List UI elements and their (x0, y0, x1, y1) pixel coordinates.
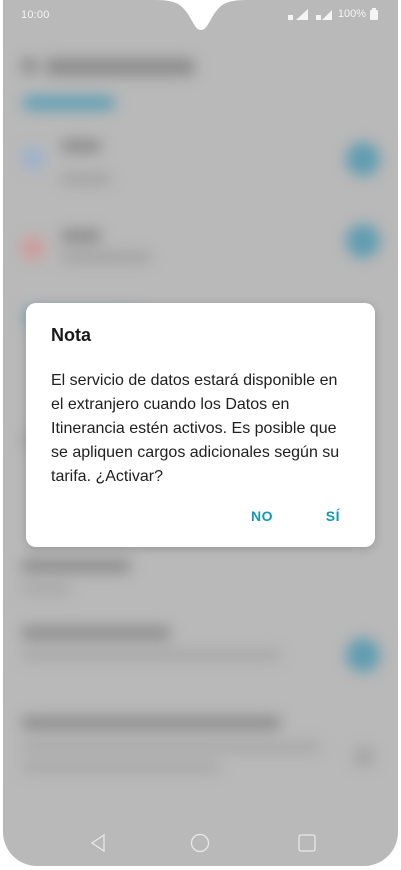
navigation-bar (3, 820, 398, 866)
dialog-title: Nota (51, 325, 91, 345)
recents-icon[interactable] (296, 832, 318, 854)
no-button[interactable]: NO (251, 508, 273, 524)
background-tab (23, 96, 115, 110)
status-bar: 10:00 100% (3, 0, 398, 34)
screen: 10:00 100% Nota El servicio de datos est… (3, 0, 398, 866)
battery-icon (370, 8, 378, 20)
background-row (3, 124, 398, 194)
roaming-data-dialog: Nota El servicio de datos estará disponi… (26, 303, 375, 547)
background-block (353, 746, 375, 768)
background-block (21, 559, 131, 573)
home-icon[interactable] (189, 832, 211, 854)
signal-icon (287, 8, 312, 20)
yes-button[interactable]: SÍ (326, 508, 340, 524)
wifi-icon (315, 8, 334, 20)
background-title (45, 58, 195, 76)
background-row (3, 624, 398, 694)
background-row (3, 214, 398, 284)
dialog-message: El servicio de datos estará disponible e… (51, 372, 340, 485)
background-block (21, 742, 321, 752)
background-block (21, 716, 281, 730)
phone-frame: 10:00 100% Nota El servicio de datos est… (0, 0, 401, 870)
back-arrow-icon (21, 58, 37, 74)
background-block (21, 584, 71, 594)
status-time: 10:00 (21, 9, 50, 21)
background-block (21, 762, 221, 772)
status-icons: 100% (287, 8, 378, 20)
battery-percent: 100% (337, 8, 366, 20)
back-icon[interactable] (87, 832, 109, 854)
